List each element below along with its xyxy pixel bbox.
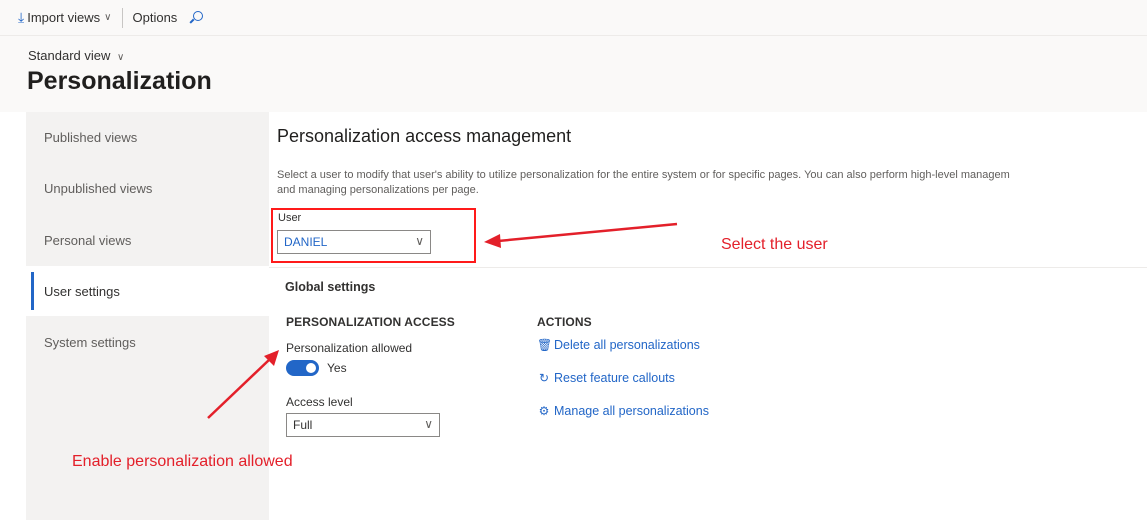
user-select[interactable]: DANIEL ∨ bbox=[277, 230, 431, 254]
chevron-down-icon: ∨ bbox=[104, 12, 112, 23]
nav-item-user-settings[interactable]: User settings bbox=[26, 266, 269, 316]
toggle-state-label: Yes bbox=[327, 361, 347, 375]
view-selector-label: Standard view bbox=[28, 48, 111, 63]
description-line-1: Select a user to modify that user's abil… bbox=[277, 169, 1010, 181]
page-header: Standard view ∨ Personalization bbox=[0, 36, 1147, 112]
section-title: Personalization access management bbox=[277, 126, 572, 146]
delete-all-label: Delete all personalizations bbox=[554, 338, 700, 352]
search-icon[interactable] bbox=[189, 10, 204, 25]
reset-callouts-label: Reset feature callouts bbox=[554, 371, 675, 385]
nav-item-unpublished-views[interactable]: Unpublished views bbox=[26, 163, 269, 213]
view-selector[interactable]: Standard view ∨ bbox=[28, 48, 124, 63]
chevron-down-icon: ∨ bbox=[117, 52, 125, 63]
annotation-enable-allowed: Enable personalization allowed bbox=[72, 453, 293, 470]
nav-item-published-views[interactable]: Published views bbox=[26, 112, 269, 162]
manage-all-label: Manage all personalizations bbox=[554, 404, 709, 418]
import-views-button[interactable]: ⤓ Import views ∨ bbox=[14, 6, 116, 30]
user-select-value: DANIEL bbox=[284, 235, 328, 249]
gear-icon: ⚙ bbox=[538, 404, 550, 418]
divider bbox=[269, 267, 1147, 268]
options-button[interactable]: Options bbox=[129, 6, 182, 30]
personalization-allowed-label: Personalization allowed bbox=[286, 341, 413, 355]
access-level-label: Access level bbox=[286, 395, 353, 409]
access-level-select[interactable]: Full ∨ bbox=[286, 413, 440, 437]
chevron-down-icon: ∨ bbox=[415, 234, 424, 248]
toolbar-divider bbox=[121, 7, 123, 28]
global-settings-heading: Global settings bbox=[285, 280, 376, 294]
toggle-knob bbox=[306, 363, 316, 373]
action-toolbar: ⤓ Import views ∨ Options bbox=[0, 0, 1147, 36]
user-label: User bbox=[278, 212, 302, 224]
manage-all-personalizations-link[interactable]: ⚙ Manage all personalizations bbox=[537, 404, 709, 418]
nav-item-personal-views[interactable]: Personal views bbox=[26, 215, 269, 265]
options-label: Options bbox=[132, 10, 178, 25]
personalization-allowed-toggle[interactable] bbox=[286, 360, 319, 376]
section-description: Select a user to modify that user's abil… bbox=[277, 168, 1147, 198]
import-views-label: Import views bbox=[27, 10, 101, 25]
description-line-2: and managing personalizations per page. bbox=[277, 184, 479, 196]
nav-item-system-settings[interactable]: System settings bbox=[26, 317, 269, 367]
annotation-select-user: Select the user bbox=[721, 236, 828, 253]
refresh-icon: ↻ bbox=[538, 371, 550, 385]
page-title: Personalization bbox=[27, 67, 212, 95]
delete-all-personalizations-link[interactable]: 🗑 Delete all personalizations bbox=[537, 338, 700, 352]
trash-icon: 🗑 bbox=[537, 338, 553, 352]
reset-feature-callouts-link[interactable]: ↻ Reset feature callouts bbox=[537, 371, 675, 385]
actions-heading: ACTIONS bbox=[537, 315, 592, 329]
download-icon: ⤓ bbox=[18, 9, 25, 25]
personalization-access-heading: PERSONALIZATION ACCESS bbox=[286, 315, 455, 329]
access-level-value: Full bbox=[293, 418, 313, 432]
chevron-down-icon: ∨ bbox=[424, 417, 433, 431]
main-content: Personalization access management Select… bbox=[269, 112, 1147, 520]
